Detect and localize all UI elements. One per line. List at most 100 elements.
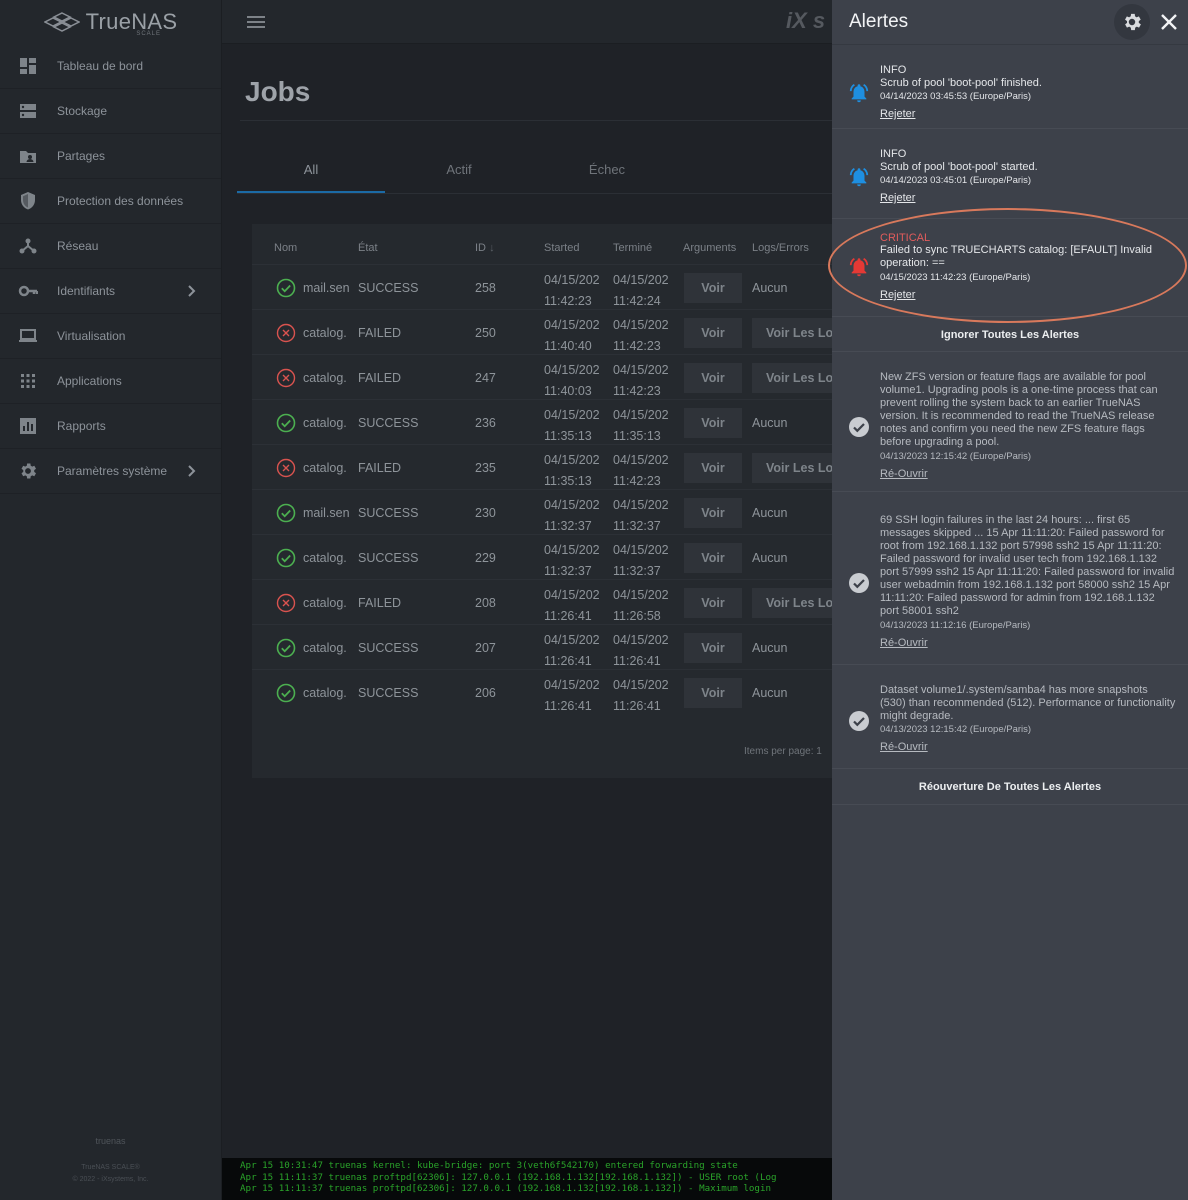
tab-actif[interactable]: Actif [385,162,533,177]
job-finished-time: 11:26:41 [613,699,661,713]
job-finished-time: 11:42:23 [613,339,661,353]
job-finished: 04/15/202 11:26:41 [613,675,675,717]
close-icon[interactable] [1158,11,1180,33]
menu-icon[interactable] [246,14,266,30]
job-started-date: 04/15/202 [544,408,600,422]
sidebar-item-reseau[interactable]: Réseau [0,224,221,269]
col-id[interactable]: ID ↓ [475,242,495,254]
job-name: catalog. [303,641,347,655]
job-name: catalog. [303,596,347,610]
job-finished: 04/15/202 11:42:23 [613,315,675,357]
job-id: 247 [475,371,496,385]
view-logs-button[interactable]: Voir Les Logs [752,453,832,483]
sidebar-item-stockage[interactable]: Stockage [0,89,221,134]
job-finished-time: 11:26:41 [613,654,661,668]
job-logs: Aucun [752,416,788,430]
job-state: SUCCESS [358,281,419,295]
view-arguments-button[interactable]: Voir [684,678,742,708]
view-logs-button[interactable]: Voir Les Logs [752,363,832,393]
dismiss-link[interactable]: Rejeter [880,192,915,204]
table-row: catalog. FAILED 235 04/15/202 11:35:13 04/15/… [252,444,852,489]
job-id: 235 [475,461,496,475]
reopen-link[interactable]: Ré-Ouvrir [880,637,928,649]
sidebar: TrueNAS SCALE Tableau de bord Stockage Par… [0,0,222,1200]
job-finished-date: 04/15/202 [613,543,669,557]
view-arguments-button[interactable]: Voir [684,318,742,348]
product-name: TrueNAS SCALE® [81,1164,140,1171]
sidebar-item-rapports[interactable]: Rapports [0,404,221,449]
job-finished-time: 11:42:24 [613,294,661,308]
sidebar-item-label: Réseau [57,239,99,253]
sidebar-item-label: Partages [57,149,106,163]
sidebar-item-partages[interactable]: Partages [0,134,221,179]
job-started: 04/15/202 11:26:41 [544,585,606,627]
col-started[interactable]: Started [544,242,579,254]
alert-message: Dataset volume1/.system/samba4 has more … [880,684,1176,722]
job-state: FAILED [358,596,402,610]
reopen-link[interactable]: Ré-Ouvrir [880,468,928,480]
col-name[interactable]: Nom [274,242,297,254]
job-finished-date: 04/15/202 [613,363,669,377]
view-arguments-button[interactable]: Voir [684,633,742,663]
brand-logo[interactable]: TrueNAS SCALE [0,0,221,44]
sidebar-item-virtualisation[interactable]: Virtualisation [0,314,221,359]
view-logs-button[interactable]: Voir Les Logs [752,318,832,348]
key-icon [18,281,38,301]
sidebar-item-parametres-systeme[interactable]: Paramètres système [0,449,221,494]
view-arguments-button[interactable]: Voir [684,273,742,303]
success-check-icon [276,278,296,298]
job-finished: 04/15/202 11:42:24 [613,270,675,312]
dismissed-alert-item: Dataset volume1/.system/samba4 has more … [832,665,1188,769]
alert-settings-button[interactable] [1114,4,1150,40]
job-finished: 04/15/202 11:42:23 [613,450,675,492]
reopen-all-button[interactable]: Réouverture De Toutes Les Alertes [832,781,1188,793]
job-state: FAILED [358,461,402,475]
sidebar-item-protection-des-donnees[interactable]: Protection des données [0,179,221,224]
success-check-icon [276,638,296,658]
job-finished: 04/15/202 11:42:23 [613,360,675,402]
success-check-icon [276,548,296,568]
view-arguments-button[interactable]: Voir [684,543,742,573]
job-id: 250 [475,326,496,340]
job-finished-date: 04/15/202 [613,588,669,602]
view-arguments-button[interactable]: Voir [684,363,742,393]
table-row: catalog. FAILED 208 04/15/202 11:26:41 04/15/… [252,579,852,624]
table-row: mail.sen SUCCESS 258 04/15/202 11:42:23 04/15… [252,264,852,309]
tab-echec[interactable]: Échec [533,162,681,177]
job-started-time: 11:35:13 [544,429,592,443]
job-finished-date: 04/15/202 [613,318,669,332]
items-per-page[interactable]: Items per page: 1 [744,746,822,757]
job-started-date: 04/15/202 [544,678,600,692]
sidebar-item-tableau-de-bord[interactable]: Tableau de bord [0,44,221,89]
table-row: catalog. SUCCESS 236 04/15/202 11:35:13 04/15… [252,399,852,444]
dismiss-link[interactable]: Rejeter [880,108,915,120]
col-id-label: ID [475,242,486,254]
reports-icon [18,416,38,436]
gear-icon [1125,13,1141,31]
tab-all[interactable]: All [237,162,385,177]
view-logs-button[interactable]: Voir Les Logs [752,588,832,618]
view-arguments-button[interactable]: Voir [684,453,742,483]
job-finished-time: 11:32:37 [613,519,661,533]
job-finished-time: 11:42:23 [613,384,661,398]
dismiss-all-button[interactable]: Ignorer Toutes Les Alertes [832,329,1188,341]
job-finished-time: 11:42:23 [613,474,661,488]
sidebar-item-applications[interactable]: Applications [0,359,221,404]
alert-level: INFO [880,148,907,160]
job-id: 258 [475,281,496,295]
view-arguments-button[interactable]: Voir [684,588,742,618]
copyright: © 2022 - iXsystems, Inc. [72,1176,149,1183]
view-arguments-button[interactable]: Voir [684,498,742,528]
reopen-link[interactable]: Ré-Ouvrir [880,741,928,753]
divider [240,120,840,121]
network-icon [18,236,38,256]
table-row: catalog. SUCCESS 207 04/15/202 11:26:41 04/15… [252,624,852,669]
col-state[interactable]: État [358,242,378,254]
job-started-time: 11:40:40 [544,339,592,353]
view-arguments-button[interactable]: Voir [684,408,742,438]
sidebar-item-identifiants[interactable]: Identifiants [0,269,221,314]
job-state: FAILED [358,326,402,340]
col-finished[interactable]: Terminé [613,242,652,254]
job-finished: 04/15/202 11:26:41 [613,630,675,672]
job-started-time: 11:32:37 [544,519,592,533]
